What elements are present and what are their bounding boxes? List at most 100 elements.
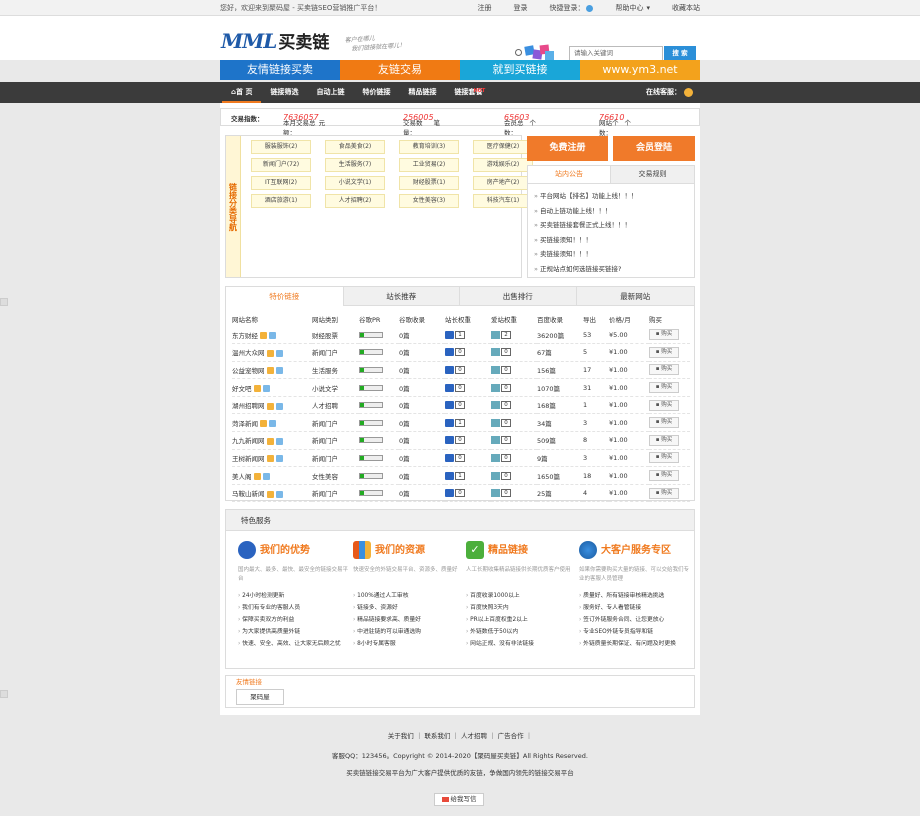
nav-link-packages[interactable]: 链接套餐 HOT bbox=[445, 82, 491, 103]
category-item[interactable]: 房产地产(2) bbox=[473, 176, 533, 190]
verified-badge-icon bbox=[266, 367, 274, 375]
google-index: 0篇 bbox=[399, 413, 445, 433]
category-item[interactable]: IT互联网(2) bbox=[251, 176, 311, 190]
col-outlinks: 导出 bbox=[583, 316, 596, 324]
notice-item[interactable]: 正规站点如何选链接买链接? bbox=[534, 262, 688, 277]
outlinks: 18 bbox=[583, 466, 609, 485]
col-category: 网站类别 bbox=[312, 316, 338, 324]
category-item[interactable]: 女性美容(3) bbox=[399, 194, 459, 208]
notice-item[interactable]: 买卖链链接套餐正式上线！！！ bbox=[534, 218, 688, 233]
buy-button[interactable]: ▪ 购买 bbox=[649, 470, 679, 482]
site-logo[interactable]: MML 买卖链 bbox=[221, 28, 329, 53]
verified-badge-icon bbox=[266, 402, 274, 410]
site-name-link[interactable]: 温州大众网 bbox=[232, 349, 265, 357]
category-item[interactable]: 工业贸易(2) bbox=[399, 158, 459, 172]
buy-button[interactable]: ▪ 购买 bbox=[649, 346, 679, 358]
search-input[interactable]: 请输入关键词 bbox=[569, 46, 663, 61]
site-name-link[interactable]: 东方财经 bbox=[232, 332, 258, 340]
buy-button[interactable]: ▪ 购买 bbox=[649, 329, 679, 341]
nav-special-links[interactable]: 特价链接 bbox=[353, 82, 399, 103]
buy-button[interactable]: ▪ 购买 bbox=[649, 364, 679, 376]
az-weight: 0 bbox=[501, 418, 511, 427]
banner-3[interactable]: 就到买链接 bbox=[460, 60, 580, 80]
nav-premium-links[interactable]: 精品链接 bbox=[399, 82, 445, 103]
free-register-button[interactable]: 免费注册 bbox=[527, 136, 608, 161]
site-name-link[interactable]: 公益宠物网 bbox=[232, 367, 265, 375]
site-name-link[interactable]: 湖州招聘网 bbox=[232, 402, 265, 410]
write-to-us-button[interactable]: 给我写信 bbox=[434, 793, 484, 806]
banner-4[interactable]: www.ym3.net bbox=[580, 60, 700, 80]
tab-recommended[interactable]: 站长推荐 bbox=[342, 287, 459, 306]
table-row: 王树新闻网 新闻门户 0篇 0 0 9篇 3 ¥1.00 ▪ 购买 bbox=[232, 449, 690, 468]
member-login-button[interactable]: 会员登陆 bbox=[613, 136, 695, 161]
category-item[interactable]: 小说文学(1) bbox=[325, 176, 385, 190]
trade-stats: 交易指数： 本月交易总额： 7636057 元 交易数量： 256005 笔 会员总… bbox=[220, 108, 700, 137]
category-item[interactable]: 财经股票(1) bbox=[399, 176, 459, 190]
checkmark-icon: ✓ bbox=[466, 541, 484, 559]
col-buy: 购买 bbox=[649, 316, 662, 324]
site-name-link[interactable]: 菏泽新闻 bbox=[232, 420, 258, 428]
search-button[interactable]: 搜 索 bbox=[664, 46, 696, 61]
site-name-link[interactable]: 九九新闻网 bbox=[232, 437, 265, 445]
verified-badge-icon bbox=[266, 349, 274, 357]
price: ¥1.00 bbox=[609, 361, 649, 380]
category-item[interactable]: 游戏娱乐(2) bbox=[473, 158, 533, 172]
friend-links-title: 友情链接 bbox=[236, 678, 262, 686]
category-item[interactable]: 食品美食(2) bbox=[325, 140, 385, 154]
nav-link-filter[interactable]: 链接筛选 bbox=[261, 82, 307, 103]
buy-button[interactable]: ▪ 购买 bbox=[649, 417, 679, 429]
tab-trade-rules[interactable]: 交易规则 bbox=[611, 166, 694, 183]
friend-link-item[interactable]: 聚码屋 bbox=[236, 689, 284, 705]
notice-item[interactable]: 平台网站【排名】功能上线！！！ bbox=[534, 189, 688, 204]
user-icon bbox=[238, 541, 256, 559]
category-item[interactable]: 科技汽车(1) bbox=[473, 194, 533, 208]
qq-icon[interactable] bbox=[586, 4, 594, 12]
tab-newest-sites[interactable]: 最新网站 bbox=[575, 287, 694, 306]
banner-1[interactable]: 友情链接买卖 bbox=[220, 60, 340, 80]
buy-button[interactable]: ▪ 购买 bbox=[649, 382, 679, 394]
tab-announcements[interactable]: 站内公告 bbox=[528, 166, 611, 183]
buy-button[interactable]: ▪ 购买 bbox=[649, 399, 679, 411]
quick-login-label[interactable]: 快捷登录： bbox=[549, 3, 594, 13]
nav-home[interactable]: ⌂首 页 bbox=[222, 82, 262, 103]
bookmark-link[interactable]: 收藏本站 bbox=[672, 3, 700, 13]
notice-item[interactable]: 自动上链功能上线！！！ bbox=[534, 204, 688, 219]
footer: 关于我们 ｜ 联系我们 ｜ 人才招聘 ｜ 广告合作 ｜ 客服QQ：123456。… bbox=[220, 713, 700, 816]
buy-button[interactable]: ▪ 购买 bbox=[649, 434, 679, 446]
category-item[interactable]: 新闻门户(72) bbox=[251, 158, 311, 172]
category-item[interactable]: 医疗保健(2) bbox=[473, 140, 533, 154]
price: ¥1.00 bbox=[609, 431, 649, 450]
online-service[interactable]: 在线客服： bbox=[646, 82, 693, 103]
az-weight: 0 bbox=[501, 453, 511, 462]
category-item[interactable]: 生活服务(7) bbox=[325, 158, 385, 172]
footer-links[interactable]: 关于我们 ｜ 联系我们 ｜ 人才招聘 ｜ 广告合作 ｜ bbox=[220, 730, 700, 740]
category-item[interactable]: 人才招聘(2) bbox=[325, 194, 385, 208]
aizhan-icon bbox=[491, 365, 500, 374]
paw-icon bbox=[445, 471, 454, 480]
nav-auto-link[interactable]: 自动上链 bbox=[307, 82, 353, 103]
notice-item[interactable]: 卖链接须知！！！ bbox=[534, 247, 688, 262]
buy-button[interactable]: ▪ 购买 bbox=[649, 452, 679, 464]
site-category: 财经股票 bbox=[312, 326, 359, 345]
site-name-link[interactable]: 美人阁 bbox=[232, 473, 252, 481]
help-center-dropdown[interactable]: 帮助中心 ▾ bbox=[615, 3, 650, 13]
site-name-link[interactable]: 马鞍山新闻 bbox=[232, 490, 265, 498]
login-link[interactable]: 登录 bbox=[513, 3, 527, 13]
category-item[interactable]: 酒店旅游(1) bbox=[251, 194, 311, 208]
buy-button[interactable]: ▪ 购买 bbox=[649, 487, 679, 499]
site-name-link[interactable]: 好文吧 bbox=[232, 385, 252, 393]
az-weight: 0 bbox=[501, 348, 511, 357]
register-link[interactable]: 注册 bbox=[477, 3, 491, 13]
tab-sales-ranking[interactable]: 出售排行 bbox=[459, 287, 576, 306]
info-badge-icon bbox=[269, 332, 276, 340]
category-item[interactable]: 服装服饰(2) bbox=[251, 140, 311, 154]
banner-2[interactable]: 友链交易 bbox=[340, 60, 460, 80]
notice-item[interactable]: 买链接须知！！！ bbox=[534, 233, 688, 248]
paw-icon bbox=[445, 489, 454, 498]
site-name-link[interactable]: 王树新闻网 bbox=[232, 455, 265, 463]
aizhan-icon bbox=[491, 418, 500, 427]
promo-banners: 友情链接买卖 友链交易 就到买链接 www.ym3.net bbox=[220, 60, 700, 80]
category-grid: 服装服饰(2) 食品美食(2) 教育培训(3) 医疗保健(2) 新闻门户(72)… bbox=[246, 140, 538, 208]
category-item[interactable]: 教育培训(3) bbox=[399, 140, 459, 154]
tab-special-links[interactable]: 特价链接 bbox=[226, 287, 343, 306]
